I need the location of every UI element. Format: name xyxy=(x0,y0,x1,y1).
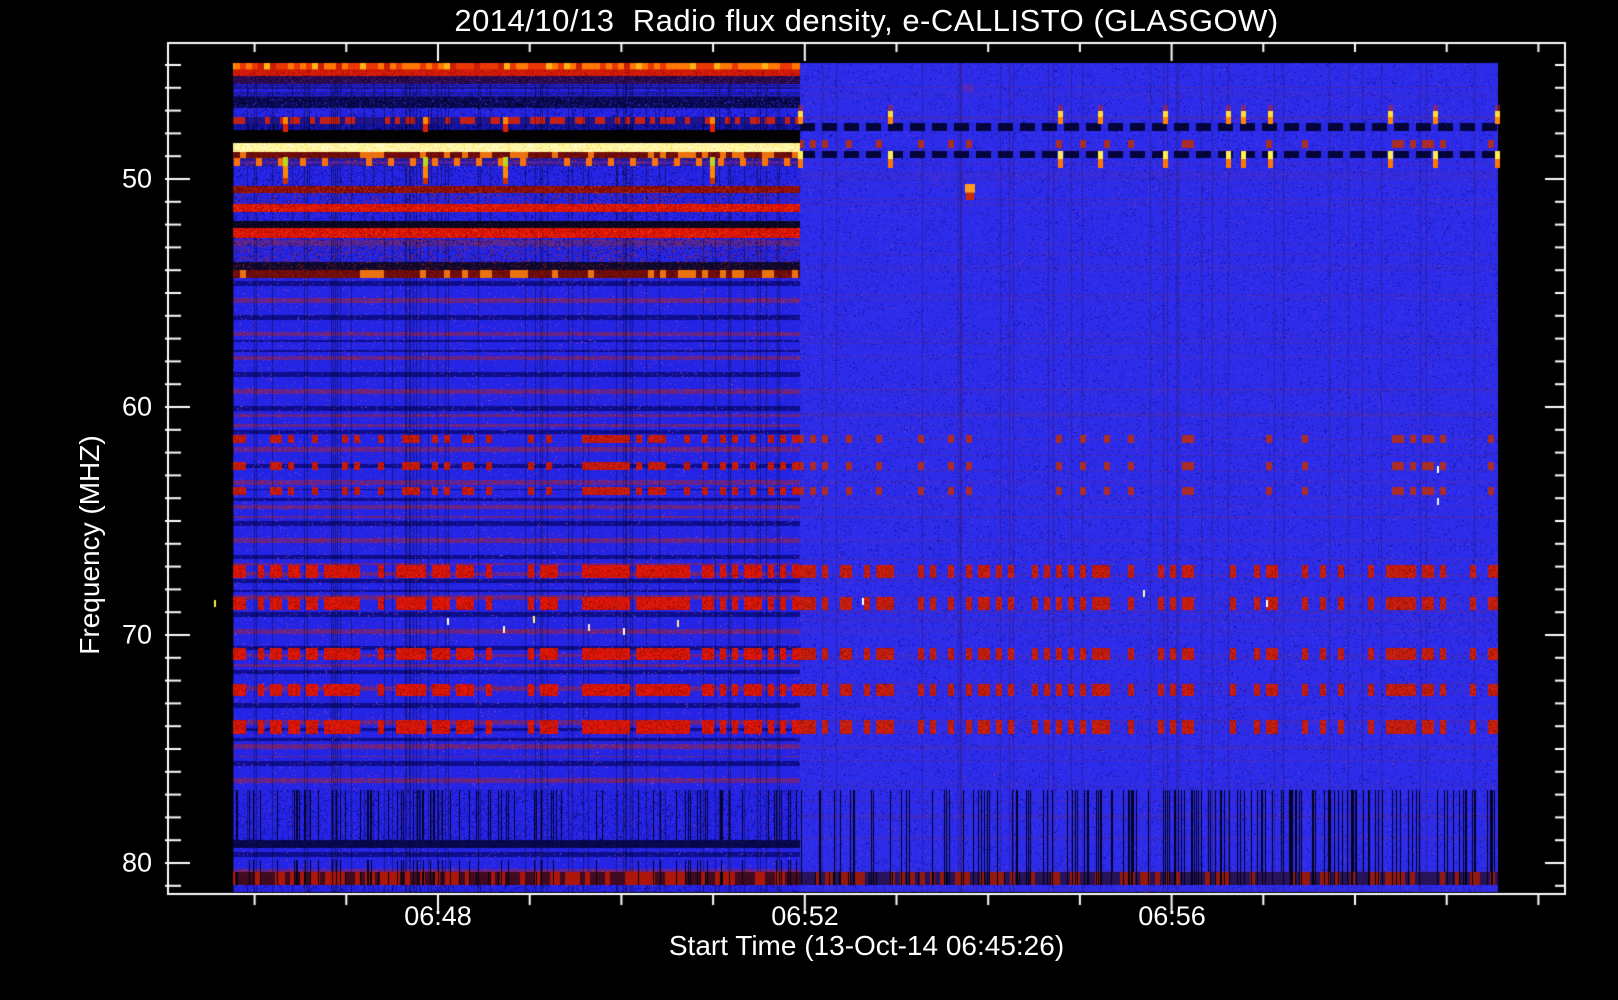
spectrogram-canvas xyxy=(0,0,1618,1000)
x-axis-title: Start Time (13-Oct-14 06:45:26) xyxy=(168,930,1565,962)
y-tick-label: 70 xyxy=(60,620,152,651)
y-tick-label: 50 xyxy=(60,164,152,195)
x-tick-label: 06:56 xyxy=(1138,901,1206,932)
spectrogram-figure: 2014/10/13 Radio flux density, e-CALLIST… xyxy=(0,0,1618,1000)
x-tick-label: 06:48 xyxy=(404,901,472,932)
y-tick-label: 60 xyxy=(60,392,152,423)
chart-title: 2014/10/13 Radio flux density, e-CALLIST… xyxy=(168,3,1565,39)
y-tick-label: 80 xyxy=(60,848,152,879)
x-tick-label: 06:52 xyxy=(771,901,839,932)
